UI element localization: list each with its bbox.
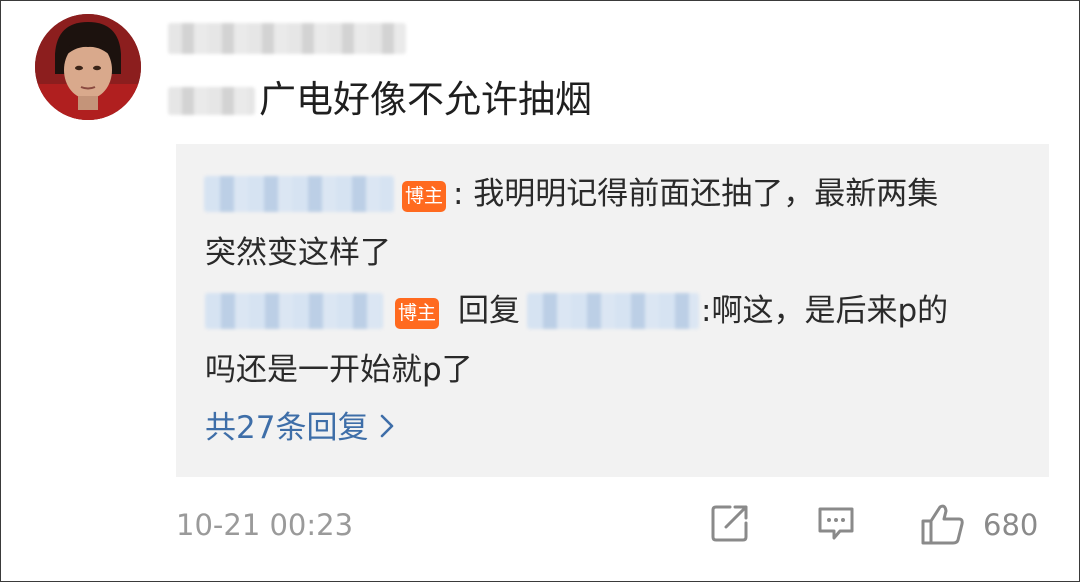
share-icon — [711, 505, 748, 542]
comment-timestamp: 10-21 00:23 — [176, 508, 354, 542]
comment-icon — [818, 507, 854, 540]
like-button[interactable] — [918, 501, 968, 551]
thumbs-up-icon — [921, 504, 964, 545]
author-badge-2: 博主 — [395, 298, 439, 329]
author-badge: 博主 — [402, 181, 446, 212]
like-count: 680 — [983, 508, 1039, 542]
reply2-text-line1: :啊这，是后来p的 — [701, 293, 949, 329]
reply2-reply-word: 回复 — [458, 293, 520, 329]
reply1-username-redacted[interactable] — [204, 176, 394, 212]
comment-card: 广电好像不允许抽烟 博主 : 我明明记得前面还抽了，最新两集 突然变这样了 博主… — [0, 0, 1080, 582]
reply2-username-redacted[interactable] — [205, 293, 383, 329]
comment-text: 广电好像不允许抽烟 — [259, 78, 592, 121]
mention-redacted[interactable] — [168, 87, 255, 115]
reply2-target-redacted[interactable] — [527, 293, 699, 329]
chevron-right-icon — [380, 407, 394, 451]
reply2-text-line2: 吗还是一开始就p了 — [205, 352, 473, 388]
more-replies-label: 共27条回复 — [205, 410, 369, 446]
share-button[interactable] — [708, 501, 752, 549]
avatar[interactable] — [35, 14, 141, 120]
avatar-image — [35, 14, 141, 120]
comment-button[interactable] — [814, 501, 858, 549]
username-redacted[interactable] — [168, 23, 406, 54]
more-replies-link[interactable]: 共27条回复 — [205, 406, 394, 451]
reply1-text-line2: 突然变这样了 — [205, 235, 391, 271]
reply1-text-line1: : 我明明记得前面还抽了，最新两集 — [453, 176, 939, 212]
